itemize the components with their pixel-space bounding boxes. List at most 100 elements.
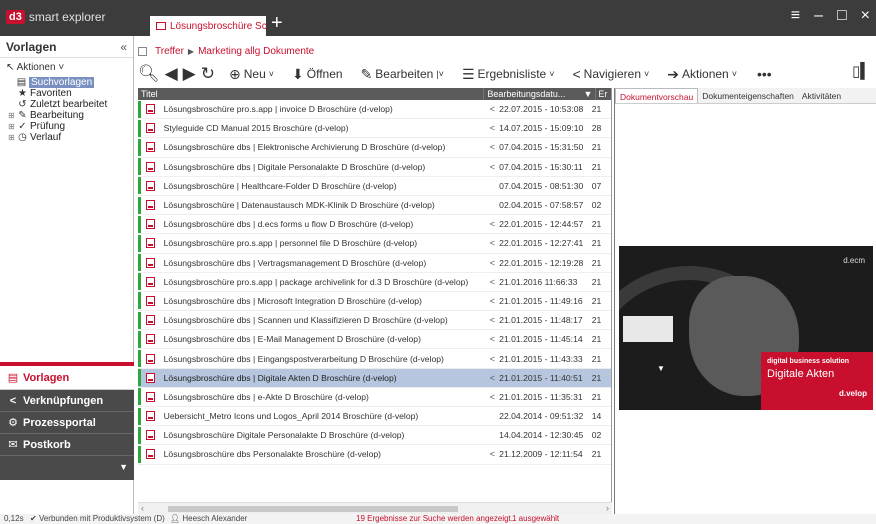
maximize-button[interactable]: □ bbox=[837, 7, 847, 25]
chevron-down-icon: ˅ bbox=[731, 69, 737, 79]
table-row[interactable]: Lösungsbroschüre pro.s.app | personnel f… bbox=[138, 234, 611, 254]
nav-prozessportal[interactable]: ⚙ Prozessportal bbox=[0, 412, 134, 434]
nav-verknuepfungen[interactable]: < Verknüpfungen bbox=[0, 390, 134, 412]
actions-dropdown[interactable]: ↖ Aktionen ˅ bbox=[0, 58, 133, 77]
sort-desc-icon: ▼ bbox=[583, 89, 593, 99]
status-marker bbox=[138, 273, 141, 291]
preview-subtitle: digital business solution bbox=[767, 358, 850, 365]
scroll-right-icon[interactable]: › bbox=[606, 503, 609, 513]
bottom-navigation: ▤ Vorlagen < Verknüpfungen ⚙ Prozessport… bbox=[0, 366, 134, 456]
tree-item-favoriten[interactable]: ★ Favoriten bbox=[8, 88, 133, 99]
cell-date: 14.04.2014 - 12:30:45 bbox=[499, 430, 584, 441]
share-icon: < bbox=[489, 123, 495, 134]
title-bar: d3 smart explorer Lösungsbroschüre Schab… bbox=[0, 0, 876, 36]
cell-extra: 21 bbox=[591, 372, 602, 383]
collapse-panel-button[interactable]: « bbox=[120, 40, 127, 54]
cell-title: Uebersicht_Metro Icons und Logos_April 2… bbox=[163, 411, 419, 422]
cell-date: 22.07.2015 - 10:53:08 bbox=[499, 104, 584, 115]
hamburger-icon[interactable]: ≡ bbox=[791, 7, 800, 25]
connection-label: Verbunden mit Produktivsystem (D) bbox=[38, 514, 165, 523]
tree-item-bearbeitung[interactable]: ⊞ ✎ Bearbeitung bbox=[8, 110, 133, 121]
preview-title-band: digital business solution Digitale Akten… bbox=[761, 352, 873, 410]
column-header-extra[interactable]: Er bbox=[595, 88, 611, 100]
pdf-icon bbox=[145, 180, 155, 191]
scrollbar-thumb[interactable] bbox=[168, 506, 458, 512]
table-row[interactable]: Lösungsbroschüre dbs | e-Akte D Broschür… bbox=[138, 388, 611, 407]
open-button[interactable]: ⬇ Öffnen bbox=[292, 66, 343, 83]
cell-title: Lösungsbroschüre pro.s.app | invoice D B… bbox=[163, 104, 393, 115]
share-icon: < bbox=[489, 449, 495, 460]
app-logo: d3 smart explorer bbox=[6, 10, 106, 24]
minimize-button[interactable]: – bbox=[814, 7, 823, 25]
back-icon[interactable]: ◀ bbox=[165, 64, 178, 84]
tree-item-pruefung[interactable]: ⊞ ✓ Prüfung bbox=[8, 121, 133, 132]
tab-dokumentvorschau[interactable]: Dokumentvorschau bbox=[615, 88, 699, 103]
add-tab-button[interactable]: + bbox=[271, 13, 283, 33]
expand-icon[interactable]: ⊞ bbox=[8, 132, 17, 143]
nav-vorlagen[interactable]: ▤ Vorlagen bbox=[0, 366, 134, 390]
actions-label: Aktionen ˅ bbox=[16, 62, 65, 73]
edit-button[interactable]: ✎ Bearbeiten |˅ bbox=[361, 66, 444, 83]
tab-aktivitaeten[interactable]: Aktivitäten bbox=[798, 88, 845, 103]
pdf-icon bbox=[145, 372, 155, 383]
table-row[interactable]: Lösungsbroschüre pro.s.app | package arc… bbox=[138, 273, 611, 292]
cell-title: Lösungsbroschüre dbs Personalakte Brosch… bbox=[163, 449, 381, 460]
column-header-title[interactable]: Titel bbox=[138, 88, 483, 100]
scroll-left-icon[interactable]: ‹ bbox=[141, 503, 144, 513]
table-row[interactable]: Lösungsbroschüre dbs | Microsoft Integra… bbox=[138, 292, 611, 312]
table-row[interactable]: Lösungsbroschüre dbs | E-Mail Management… bbox=[138, 330, 611, 350]
forward-icon[interactable]: ▶ bbox=[183, 64, 196, 84]
column-header-date[interactable]: Bearbeitungsdatu... ▼ bbox=[483, 88, 595, 100]
table-row[interactable]: Lösungsbroschüre pro.s.app | invoice D B… bbox=[138, 100, 611, 120]
tree-item-label: Prüfung bbox=[30, 121, 66, 132]
horizontal-scrollbar[interactable]: ‹ › bbox=[138, 502, 612, 514]
resultlist-button[interactable]: ☰ Ergebnisliste ˅ bbox=[462, 66, 555, 83]
table-row[interactable]: Lösungsbroschüre dbs | Eingangspostverar… bbox=[138, 349, 611, 369]
new-button[interactable]: ⊕ Neu ˅ bbox=[229, 66, 274, 83]
table-row[interactable]: Lösungsbroschüre dbs | Elektronische Arc… bbox=[138, 138, 611, 158]
history-icon: ↺ bbox=[18, 99, 27, 110]
search-icon[interactable]: 🔍︎ bbox=[138, 64, 160, 84]
table-row[interactable]: Lösungsbroschüre Digitale Personalakte D… bbox=[138, 426, 611, 446]
breadcrumb-marketing[interactable]: Marketing allg Dokumente bbox=[198, 46, 314, 57]
table-row[interactable]: Styleguide CD Manual 2015 Broschüre (d-v… bbox=[138, 119, 611, 139]
expand-icon[interactable]: ⊞ bbox=[8, 121, 17, 132]
nav-overflow[interactable]: ▼ bbox=[0, 456, 134, 480]
cell-title: Lösungsbroschüre dbs | Vertragsmanagemen… bbox=[163, 257, 427, 268]
window-controls: ≡ – □ × bbox=[791, 7, 870, 25]
table-row[interactable]: Lösungsbroschüre dbs | Digitale Personal… bbox=[138, 158, 611, 177]
layout-toggle-icon[interactable]: ▯▍ bbox=[852, 62, 872, 80]
status-user: 👤︎ Heesch Alexander bbox=[170, 514, 248, 523]
cell-extra: 14 bbox=[591, 411, 602, 422]
table-row[interactable]: Lösungsbroschüre dbs | Digitale Akten D … bbox=[138, 368, 611, 388]
navigate-button[interactable]: < Navigieren ˅ bbox=[572, 66, 649, 82]
refresh-icon[interactable]: ↻ bbox=[201, 64, 215, 84]
table-row[interactable]: Lösungsbroschüre | Datenaustausch MDK-Kl… bbox=[138, 196, 611, 216]
status-marker bbox=[138, 196, 141, 214]
table-row[interactable]: Lösungsbroschüre dbs | d.ecs forms u flo… bbox=[138, 215, 611, 235]
pdf-icon bbox=[145, 219, 155, 230]
nav-label: Prozessportal bbox=[23, 416, 96, 429]
cell-date: 21.01.2016 11:66:33 bbox=[499, 276, 578, 287]
table-row[interactable]: Uebersicht_Metro Icons und Logos_April 2… bbox=[138, 407, 611, 427]
table-row[interactable]: Lösungsbroschüre dbs Personalakte Brosch… bbox=[138, 445, 611, 465]
cell-date: 22.04.2014 - 09:51:32 bbox=[499, 411, 584, 422]
table-row[interactable]: Lösungsbroschüre dbs | Scannen und Klass… bbox=[138, 311, 611, 331]
tree-item-zuletzt-bearbeitet[interactable]: ↺ Zuletzt bearbeitet bbox=[8, 99, 133, 110]
tab-loesungsbroschuere-schablone[interactable]: Lösungsbroschüre Schablone bbox=[150, 16, 266, 36]
table-row[interactable]: Lösungsbroschüre | Healthcare-Folder D B… bbox=[138, 177, 611, 196]
actions-button[interactable]: ➔ Aktionen ˅ bbox=[667, 66, 737, 83]
close-button[interactable]: × bbox=[861, 7, 870, 25]
tab-dokumenteigenschaften[interactable]: Dokumenteigenschaften bbox=[698, 88, 798, 103]
status-marker bbox=[138, 119, 141, 137]
tree-item-suchvorlagen[interactable]: ▤ Suchvorlagen bbox=[8, 77, 133, 88]
cell-date: 22.01.2015 - 12:27:41 bbox=[499, 238, 584, 249]
tree-item-verlauf[interactable]: ⊞ ◷ Verlauf bbox=[8, 132, 133, 143]
expand-icon[interactable]: ⊞ bbox=[8, 110, 17, 121]
cell-date: 07.04.2015 - 15:31:50 bbox=[499, 142, 584, 153]
nav-postkorb[interactable]: ✉ Postkorb bbox=[0, 434, 134, 456]
edit-label: Bearbeiten bbox=[375, 67, 434, 81]
more-button[interactable]: ••• bbox=[757, 66, 772, 82]
table-row[interactable]: Lösungsbroschüre dbs | Vertragsmanagemen… bbox=[138, 254, 611, 273]
breadcrumb-treffer[interactable]: Treffer bbox=[155, 46, 184, 57]
